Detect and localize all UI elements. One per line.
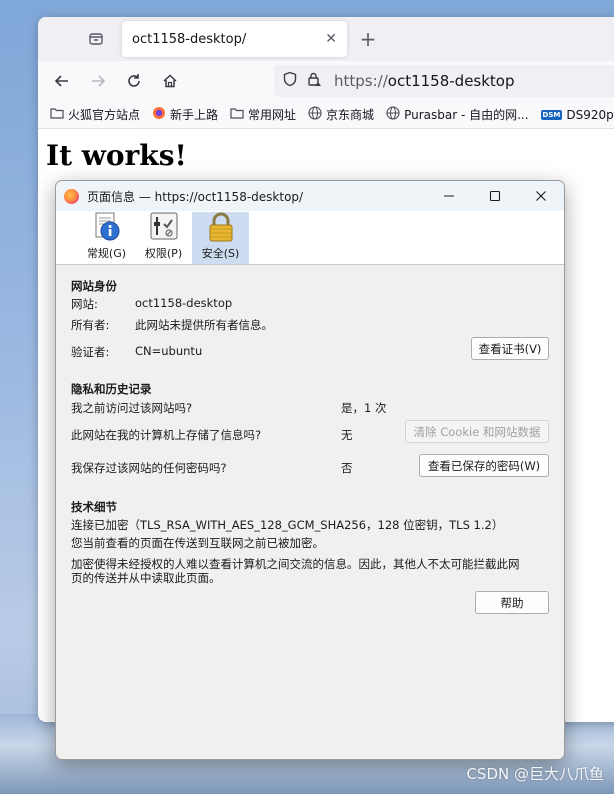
folder-icon bbox=[50, 107, 64, 123]
tab-bar: oct1158-desktop/ ✕ + bbox=[38, 17, 614, 61]
technical-line-4: 页的传送并从中读取此页面。 bbox=[71, 571, 221, 585]
stored-answer: 无 bbox=[341, 428, 353, 442]
tab-general[interactable]: 常规(G) bbox=[78, 212, 135, 264]
tab-label: 常规(G) bbox=[86, 247, 127, 260]
tab-label: 权限(P) bbox=[144, 247, 183, 260]
shield-icon[interactable] bbox=[282, 71, 298, 91]
bookmark-item[interactable]: 火狐官方站点 bbox=[50, 106, 140, 123]
url-host: oct1158-desktop bbox=[387, 72, 515, 90]
folder-icon bbox=[230, 107, 244, 123]
bookmark-label: 京东商城 bbox=[326, 108, 375, 122]
warning-lock-icon[interactable] bbox=[306, 71, 322, 91]
home-icon[interactable] bbox=[158, 69, 182, 93]
nav-bar: https://oct1158-desktop bbox=[38, 61, 614, 101]
stored-question: 此网站在我的计算机上存储了信息吗? bbox=[71, 428, 262, 442]
dialog-tab-toolbar: 常规(G) 权限(P) 安全(S) bbox=[56, 211, 564, 265]
firefox-icon bbox=[152, 106, 166, 124]
bookmark-label: 火狐官方站点 bbox=[68, 108, 141, 122]
tab-list-icon[interactable] bbox=[84, 27, 108, 51]
passwords-question: 我保存过该网站的任何密码吗? bbox=[71, 461, 227, 475]
website-label: 网站: bbox=[71, 297, 98, 311]
tab-title: oct1158-desktop/ bbox=[132, 31, 247, 47]
bookmark-item[interactable]: DSM DS920p bbox=[540, 107, 614, 122]
page-heading: It works! bbox=[46, 139, 187, 172]
globe-icon bbox=[386, 105, 400, 124]
url-text: https://oct1158-desktop bbox=[334, 72, 515, 90]
info-icon bbox=[91, 212, 123, 242]
bookmark-label: DS920p bbox=[566, 107, 614, 122]
dialog-titlebar: 页面信息 — https://oct1158-desktop/ bbox=[56, 181, 564, 211]
bookmark-label: 新手上路 bbox=[170, 108, 219, 122]
tab-security[interactable]: 安全(S) bbox=[192, 212, 249, 264]
clear-cookies-button[interactable]: 清除 Cookie 和网站数据 bbox=[405, 420, 549, 443]
view-certificate-button[interactable]: 查看证书(V) bbox=[471, 337, 549, 360]
close-icon[interactable] bbox=[518, 181, 564, 211]
globe-icon bbox=[308, 105, 322, 124]
security-panel: 网站身份 网站: oct1158-desktop 所有者: 此网站未提供所有者信… bbox=[56, 266, 564, 759]
reload-icon[interactable] bbox=[122, 69, 146, 93]
back-arrow-icon[interactable] bbox=[50, 69, 74, 93]
new-tab-button[interactable]: + bbox=[356, 27, 380, 51]
page-info-dialog: 页面信息 — https://oct1158-desktop/ 常规(G) 权限… bbox=[55, 180, 565, 760]
technical-line-2: 您当前查看的页面在传送到互联网之前已被加密。 bbox=[71, 536, 324, 550]
bookmark-item[interactable]: 常用网址 bbox=[230, 106, 296, 123]
privacy-section-title: 隐私和历史记录 bbox=[71, 382, 152, 396]
dsm-icon: DSM bbox=[540, 109, 563, 120]
permissions-icon bbox=[148, 212, 180, 242]
verifier-value: CN=ubuntu bbox=[135, 344, 203, 358]
tab-label: 安全(S) bbox=[201, 247, 240, 260]
bookmark-label: 常用网址 bbox=[248, 108, 297, 122]
minimize-icon[interactable] bbox=[426, 181, 472, 211]
owner-label: 所有者: bbox=[71, 318, 110, 332]
tab-permissions[interactable]: 权限(P) bbox=[135, 212, 192, 264]
bookmark-item[interactable]: Purasbar - 自由的网... bbox=[386, 105, 529, 124]
technical-line-1: 连接已加密（TLS_RSA_WITH_AES_128_GCM_SHA256，12… bbox=[71, 518, 504, 532]
owner-value: 此网站未提供所有者信息。 bbox=[135, 318, 273, 332]
bookmark-item[interactable]: 京东商城 bbox=[308, 105, 375, 124]
verifier-label: 验证者: bbox=[71, 345, 110, 359]
url-bar[interactable]: https://oct1158-desktop bbox=[274, 65, 614, 97]
lock-icon bbox=[205, 212, 237, 242]
browser-tab[interactable]: oct1158-desktop/ ✕ bbox=[122, 21, 347, 57]
maximize-icon[interactable] bbox=[472, 181, 518, 211]
bookmarks-toolbar: 火狐官方站点 新手上路 常用网址 京东商城 Purasbar - 自由的网... bbox=[38, 101, 614, 129]
help-button[interactable]: 帮助 bbox=[475, 591, 549, 614]
dialog-title: 页面信息 — https://oct1158-desktop/ bbox=[87, 189, 304, 204]
forward-arrow-icon[interactable] bbox=[86, 69, 110, 93]
bookmark-label: Purasbar - 自由的网... bbox=[404, 108, 529, 122]
bookmark-item[interactable]: 新手上路 bbox=[152, 106, 218, 124]
technical-section-title: 技术细节 bbox=[71, 500, 117, 514]
close-tab-icon[interactable]: ✕ bbox=[325, 31, 337, 47]
passwords-answer: 否 bbox=[341, 461, 353, 475]
url-scheme: https:// bbox=[334, 72, 388, 90]
website-value: oct1158-desktop bbox=[135, 296, 233, 310]
identity-section-title: 网站身份 bbox=[71, 279, 117, 293]
view-saved-passwords-button[interactable]: 查看已保存的密码(W) bbox=[419, 454, 549, 477]
watermark: CSDN @巨大八爪鱼 bbox=[466, 765, 604, 783]
visited-question: 我之前访问过该网站吗? bbox=[71, 401, 193, 415]
firefox-icon bbox=[64, 188, 79, 204]
visited-answer: 是，1 次 bbox=[341, 401, 387, 415]
